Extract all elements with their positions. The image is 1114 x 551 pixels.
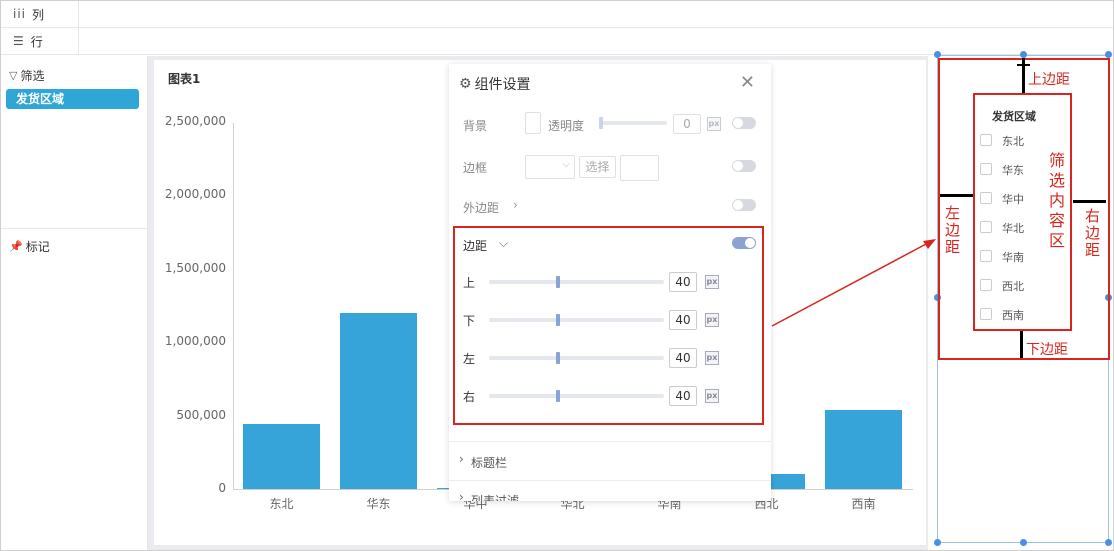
opacity-unit: px [707, 117, 721, 131]
list-filter-row[interactable]: › 列表过滤 [449, 490, 771, 501]
padding-highlight-box [453, 226, 764, 425]
border-style-select[interactable]: ⌵ [525, 155, 575, 179]
left-panel: ▽ 筛选 发货区域 📌 标记 [1, 56, 148, 550]
panel-title-text: 组件设置 [474, 77, 531, 93]
y-tick-label: 1,000,000 [164, 334, 226, 349]
content-area-annotation: 筛选内容区 [1046, 152, 1065, 252]
y-tick-label: 500,000 [176, 407, 226, 422]
checkbox[interactable] [980, 308, 992, 320]
gear-icon: ⚙ [459, 76, 472, 92]
checkbox-label: 华南 [1002, 251, 1024, 264]
right-margin-annotation: 右边距 [1083, 208, 1101, 259]
resize-handle[interactable] [1105, 51, 1112, 58]
checkbox-label: 东北 [1002, 135, 1024, 148]
top-margin-annotation: 上边距 [1028, 72, 1070, 88]
filter-chip-shipping-region[interactable]: 发货区域 [6, 89, 139, 109]
checkbox[interactable] [980, 192, 992, 204]
checkbox-label: 西南 [1002, 309, 1024, 322]
panel-header: ⚙ 组件设置 ✕ [449, 64, 771, 102]
background-toggle[interactable] [732, 117, 756, 129]
columns-shelf-label: iii 列 [1, 1, 79, 27]
chevron-right-icon: › [459, 452, 464, 466]
list-filter-label: 列表过滤 [471, 494, 520, 501]
x-tick-label: 东北 [269, 497, 294, 511]
background-label: 背景 [463, 119, 488, 133]
chevron-down-icon: ⌵ [562, 159, 570, 170]
x-tick-label: 华东 [366, 497, 391, 511]
opacity-slider-thumb[interactable] [599, 117, 603, 129]
opacity-slider[interactable] [599, 121, 667, 125]
checkbox[interactable] [980, 279, 992, 291]
right-margin-line [1073, 200, 1106, 203]
checkbox-label: 西北 [1002, 280, 1024, 293]
y-tick-label: 0 [218, 481, 226, 495]
panel-title: ⚙ 组件设置 [459, 74, 531, 94]
rows-shelf[interactable]: ☰ 行 [1, 28, 1113, 55]
opacity-label: 透明度 [548, 119, 585, 133]
top-margin-tick [1017, 64, 1030, 66]
border-select-button[interactable]: 选择 [579, 156, 616, 178]
bar[interactable] [340, 312, 417, 489]
bottom-margin-annotation: 下边距 [1026, 342, 1068, 358]
annotation-arrow [771, 239, 936, 327]
outer-margin-label: 外边距 [463, 201, 500, 215]
checkbox-label: 华北 [1002, 222, 1024, 235]
filter-icon: ▽ [9, 69, 18, 82]
left-margin-line [940, 194, 973, 197]
checkbox[interactable] [980, 250, 992, 262]
close-icon[interactable]: ✕ [740, 72, 755, 93]
panel-separator [449, 480, 771, 481]
background-color-box[interactable] [525, 112, 541, 134]
y-tick-label: 2,500,000 [164, 114, 226, 128]
bar[interactable] [243, 424, 320, 489]
title-bar-label: 标题栏 [471, 456, 508, 470]
outer-margin-row[interactable]: 外边距 › [449, 192, 771, 218]
opacity-input[interactable]: 0 [673, 114, 701, 134]
border-toggle[interactable] [732, 160, 756, 172]
y-tick-label: 1,500,000 [164, 260, 226, 275]
filter-title: 筛选 [20, 69, 45, 83]
preview-filter-title: 发货区域 [992, 110, 1036, 123]
border-color-box[interactable] [620, 155, 659, 181]
rows-shelf-label: ☰ 行 [1, 28, 79, 54]
chevron-right-icon: › [513, 198, 518, 212]
mark-title: 标记 [25, 240, 50, 254]
pin-icon: 📌 [9, 240, 23, 253]
resize-handle[interactable] [1020, 51, 1027, 58]
checkbox-label: 华东 [1002, 164, 1024, 177]
checkbox[interactable] [980, 221, 992, 233]
filter-section-title: ▽ 筛选 [9, 67, 44, 84]
chevron-right-icon: › [459, 490, 464, 501]
columns-icon: iii [13, 7, 27, 21]
border-row: 边框 ⌵ 选择 [449, 152, 771, 188]
outer-margin-toggle[interactable] [732, 199, 756, 211]
resize-handle[interactable] [1020, 539, 1027, 546]
bar[interactable] [825, 409, 902, 489]
background-row: 背景 透明度 0 px [449, 108, 771, 138]
checkbox[interactable] [980, 134, 992, 146]
chart-title: 图表1 [168, 72, 201, 86]
rows-label: 行 [30, 34, 43, 49]
checkbox[interactable] [980, 163, 992, 175]
border-label: 边框 [463, 161, 488, 175]
columns-label: 列 [32, 7, 45, 22]
bottom-margin-line [1020, 331, 1023, 358]
y-axis [233, 123, 234, 490]
checkbox-label: 华中 [1002, 193, 1024, 206]
panel-separator [449, 441, 771, 442]
y-tick-label: 2,000,000 [164, 187, 226, 202]
title-bar-row[interactable]: › 标题栏 [449, 452, 771, 472]
resize-handle[interactable] [934, 539, 941, 546]
rows-icon: ☰ [13, 34, 25, 48]
columns-shelf[interactable]: iii 列 [1, 1, 1113, 28]
mark-section-title: 📌 标记 [9, 238, 50, 255]
left-margin-annotation: 左边距 [943, 205, 961, 256]
resize-handle[interactable] [934, 51, 941, 58]
left-divider [1, 228, 148, 229]
resize-handle[interactable] [1105, 539, 1112, 546]
x-tick-label: 西南 [851, 497, 876, 511]
